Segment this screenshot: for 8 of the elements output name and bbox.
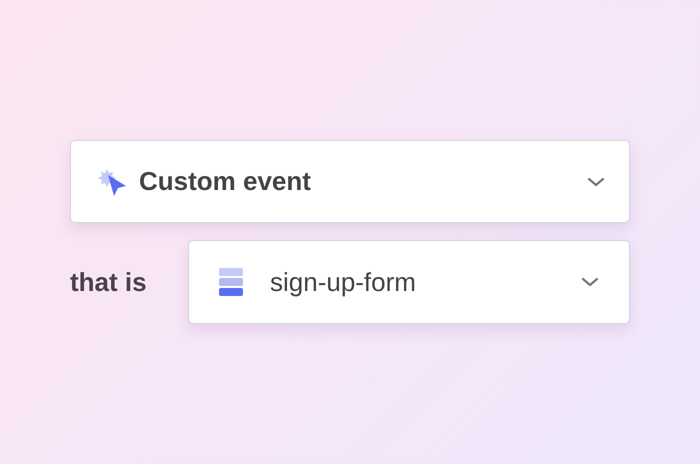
event-dropdown[interactable]: Custom event	[70, 140, 630, 223]
filter-label: that is	[70, 266, 148, 298]
value-dropdown[interactable]: sign-up-form	[188, 240, 630, 324]
chevron-down-icon	[581, 276, 599, 288]
stack-icon	[218, 267, 244, 297]
event-name: Custom event	[139, 166, 312, 197]
chevron-down-icon	[587, 176, 605, 188]
form-name: sign-up-form	[270, 266, 417, 298]
